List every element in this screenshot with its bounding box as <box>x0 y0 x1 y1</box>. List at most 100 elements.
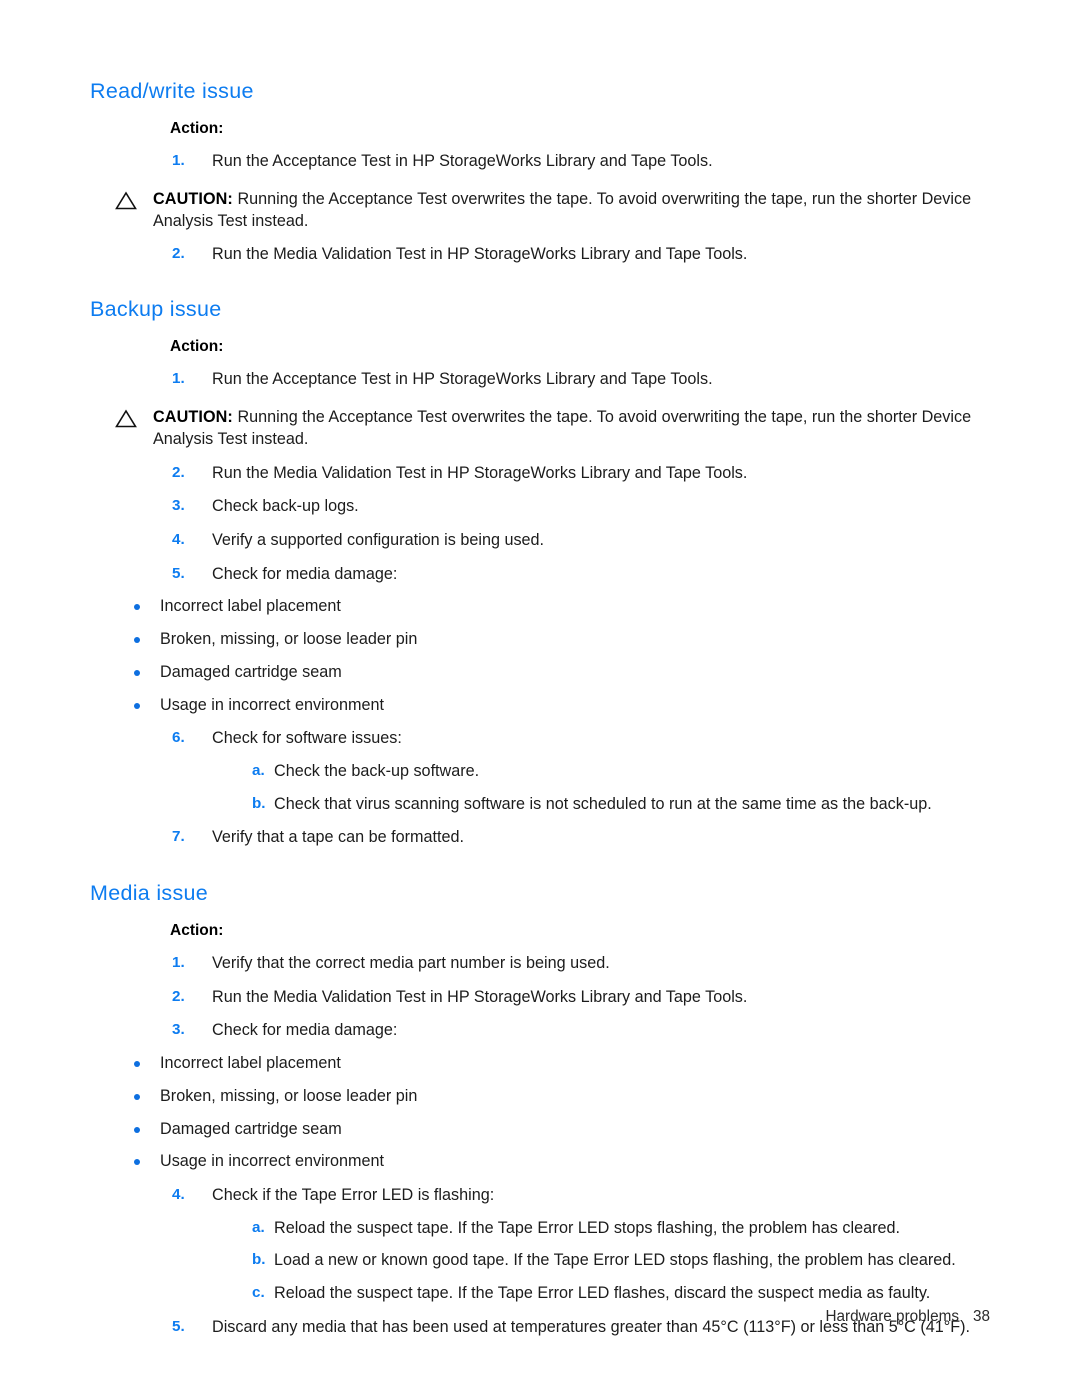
document-page: Read/write issue Action: 1. Run the Acce… <box>0 0 1080 1397</box>
step-text: Check if the Tape Error LED is flashing: <box>212 1185 495 1204</box>
bullet-text: Damaged cartridge seam <box>160 1119 342 1138</box>
substep-letter: a. <box>252 1218 265 1236</box>
bullet-dot-icon <box>134 1126 140 1133</box>
step-item: 4. Verify a supported configuration is b… <box>172 530 990 552</box>
bullet-text: Usage in incorrect environment <box>160 1152 385 1171</box>
bullet-item: Damaged cartridge seam <box>132 662 990 684</box>
bullet-text: Incorrect label placement <box>160 1054 341 1073</box>
steps-list-read-write-after: 2. Run the Media Validation Test in HP S… <box>90 244 990 266</box>
page-content: Read/write issue Action: 1. Run the Acce… <box>90 78 990 1338</box>
bullet-text: Damaged cartridge seam <box>160 662 342 681</box>
step-item: 3. Check for media damage: <box>172 1020 990 1042</box>
step-number: 3. <box>172 497 185 515</box>
bullet-item: Damaged cartridge seam <box>132 1119 990 1141</box>
substeps-list-led: a. Reload the suspect tape. If the Tape … <box>212 1218 990 1305</box>
steps-list-backup: 1. Run the Acceptance Test in HP Storage… <box>90 369 990 391</box>
step-item: 5. Check for media damage: <box>172 564 990 586</box>
warning-triangle-icon <box>115 191 137 210</box>
step-number: 4. <box>172 530 185 548</box>
substep-item: c. Reload the suspect tape. If the Tape … <box>252 1283 990 1305</box>
step-item: 7. Verify that a tape can be formatted. <box>172 827 990 849</box>
step-item: 1. Run the Acceptance Test in HP Storage… <box>172 369 990 391</box>
step-number: 1. <box>172 152 185 170</box>
step-number: 3. <box>172 1021 185 1039</box>
substep-text: Load a new or known good tape. If the Ta… <box>274 1251 956 1270</box>
substep-letter: c. <box>252 1284 265 1302</box>
substep-item: b. Check that virus scanning software is… <box>252 794 990 816</box>
caution-label: CAUTION: <box>153 189 233 208</box>
step-text: Check for media damage: <box>212 1021 398 1040</box>
caution-text: Running the Acceptance Test overwrites t… <box>153 407 972 448</box>
step-number: 7. <box>172 828 185 846</box>
step-number: 2. <box>172 463 185 481</box>
caution-block-read-write: CAUTION: Running the Acceptance Test ove… <box>115 189 990 233</box>
step-text: Verify that a tape can be formatted. <box>212 828 464 847</box>
step-text: Verify that the correct media part numbe… <box>212 954 610 973</box>
bullet-dot-icon <box>134 669 140 676</box>
bullet-item: Incorrect label placement <box>132 1053 990 1075</box>
substep-text: Check that virus scanning software is no… <box>274 794 932 813</box>
media-damage-bullets-media: Incorrect label placement Broken, missin… <box>90 1053 990 1173</box>
step-text: Check back-up logs. <box>212 497 359 516</box>
step-item: 1. Verify that the correct media part nu… <box>172 953 990 975</box>
bullet-item: Broken, missing, or loose leader pin <box>132 1086 990 1108</box>
step-text: Check for media damage: <box>212 564 398 583</box>
substeps-list-software: a. Check the back-up software. b. Check … <box>212 761 990 815</box>
step-text: Check for software issues: <box>212 729 402 748</box>
caution-label: CAUTION: <box>153 407 233 426</box>
step-text: Verify a supported configuration is bein… <box>212 530 545 549</box>
bullet-text: Usage in incorrect environment <box>160 695 385 714</box>
steps-list-read-write: 1. Run the Acceptance Test in HP Storage… <box>90 151 990 173</box>
action-label-read-write: Action: <box>170 119 224 137</box>
step-text: Run the Media Validation Test in HP Stor… <box>212 463 748 482</box>
substep-text: Check the back-up software. <box>274 761 480 780</box>
step-number: 4. <box>172 1185 185 1203</box>
step-number: 1. <box>172 954 185 972</box>
section-heading-backup-issue: Backup issue <box>90 297 222 322</box>
bullet-dot-icon <box>134 637 140 644</box>
substep-letter: b. <box>252 794 266 812</box>
step-number: 6. <box>172 729 185 747</box>
step-number: 1. <box>172 370 185 388</box>
substep-text: Reload the suspect tape. If the Tape Err… <box>274 1218 900 1237</box>
bullet-dot-icon <box>134 1093 140 1100</box>
page-footer: Hardware problems 38 <box>90 1308 991 1326</box>
substep-letter: a. <box>252 761 265 779</box>
step-item: 2. Run the Media Validation Test in HP S… <box>172 987 990 1009</box>
step-number: 2. <box>172 987 185 1005</box>
step-text: Run the Acceptance Test in HP StorageWor… <box>212 370 713 389</box>
step-item: 1. Run the Acceptance Test in HP Storage… <box>172 151 990 173</box>
caution-text: Running the Acceptance Test overwrites t… <box>153 189 972 230</box>
bullet-dot-icon <box>134 1159 140 1166</box>
step-item: 2. Run the Media Validation Test in HP S… <box>172 244 990 266</box>
bullet-text: Broken, missing, or loose leader pin <box>160 1086 418 1105</box>
substep-item: a. Check the back-up software. <box>252 761 990 783</box>
footer-chapter-title: Hardware problems <box>825 1308 959 1325</box>
substep-text: Reload the suspect tape. If the Tape Err… <box>274 1284 931 1303</box>
warning-triangle-icon <box>115 409 137 428</box>
action-label-media: Action: <box>170 921 224 939</box>
bullet-text: Incorrect label placement <box>160 597 341 616</box>
step-text: Run the Media Validation Test in HP Stor… <box>212 987 748 1006</box>
footer-page-number: 38 <box>972 1308 990 1325</box>
bullet-dot-icon <box>134 604 140 611</box>
step-number: 5. <box>172 564 185 582</box>
bullet-dot-icon <box>134 702 140 709</box>
step-item: 3. Check back-up logs. <box>172 496 990 518</box>
bullet-item: Incorrect label placement <box>132 596 990 618</box>
substep-letter: b. <box>252 1251 266 1269</box>
bullet-dot-icon <box>134 1061 140 1068</box>
step-text: Run the Acceptance Test in HP StorageWor… <box>212 152 713 171</box>
section-heading-media-issue: Media issue <box>90 881 209 906</box>
steps-list-media: 1. Verify that the correct media part nu… <box>90 953 990 1042</box>
section-heading-read-write-issue: Read/write issue <box>90 79 254 103</box>
steps-list-backup-after: 2. Run the Media Validation Test in HP S… <box>90 463 990 586</box>
caution-block-backup: CAUTION: Running the Acceptance Test ove… <box>115 407 990 451</box>
bullet-item: Usage in incorrect environment <box>132 1151 990 1173</box>
bullet-item: Broken, missing, or loose leader pin <box>132 629 990 651</box>
step-number: 2. <box>172 245 185 263</box>
media-damage-bullets-backup: Incorrect label placement Broken, missin… <box>90 596 990 716</box>
bullet-text: Broken, missing, or loose leader pin <box>160 630 418 649</box>
step-text: Run the Media Validation Test in HP Stor… <box>212 245 748 264</box>
action-label-backup: Action: <box>170 338 224 356</box>
